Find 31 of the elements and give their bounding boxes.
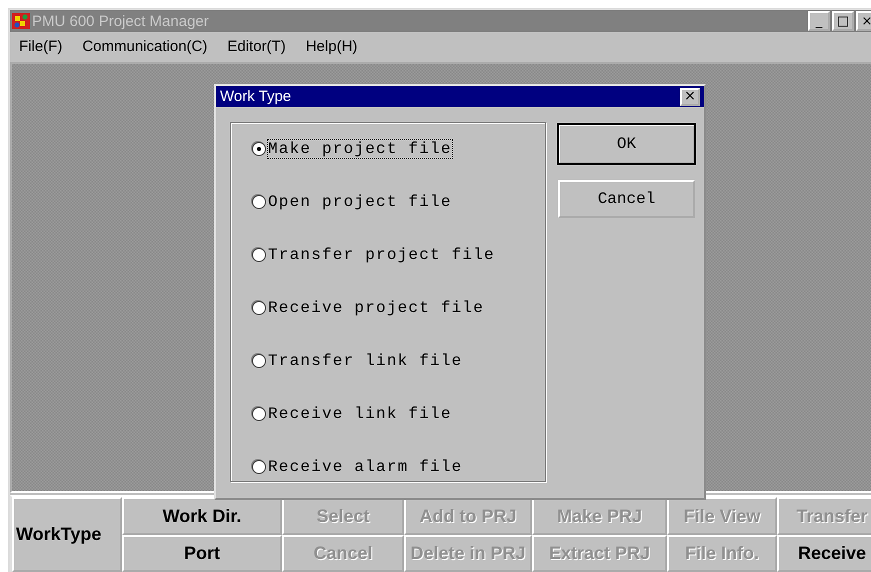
radio-button[interactable] xyxy=(252,301,266,315)
radio-option[interactable]: Receive alarm file xyxy=(251,455,545,479)
app-logo-icon xyxy=(12,13,30,29)
radio-option[interactable]: Make project file xyxy=(251,137,545,161)
ok-button[interactable]: OK xyxy=(558,124,695,164)
radio-option[interactable]: Receive link file xyxy=(251,402,545,426)
radio-button[interactable] xyxy=(252,460,266,474)
minimize-button[interactable]: _ xyxy=(808,11,830,31)
menu-item[interactable]: Editor(T) xyxy=(227,38,286,54)
radio-option[interactable]: Open project file xyxy=(251,190,545,214)
close-button[interactable]: × xyxy=(856,11,871,31)
radio-button[interactable] xyxy=(252,407,266,421)
radio-button[interactable] xyxy=(252,142,266,156)
radio-button[interactable] xyxy=(252,195,266,209)
window-title: PMU 600 Project Manager xyxy=(32,12,209,30)
worktype-label: WorkType xyxy=(12,497,122,572)
maximize-button[interactable]: □ xyxy=(832,11,854,31)
close-button[interactable]: × xyxy=(680,88,700,106)
dialog-title: Work Type xyxy=(220,88,292,105)
toolbar-button[interactable]: Receive xyxy=(777,535,871,572)
radio-option[interactable]: Transfer project file xyxy=(251,243,545,267)
toolbar-button[interactable]: Work Dir. xyxy=(122,497,282,535)
cancel-button[interactable]: Cancel xyxy=(558,180,695,218)
radio-option[interactable]: Transfer link file xyxy=(251,349,545,373)
radio-button[interactable] xyxy=(252,248,266,262)
menu-item[interactable]: File(F) xyxy=(19,38,62,54)
menu-item[interactable]: Communication(C) xyxy=(82,38,208,54)
radio-option[interactable]: Receive project file xyxy=(251,296,545,320)
toolbar-button[interactable]: Port xyxy=(122,535,282,572)
radio-button[interactable] xyxy=(252,354,266,368)
menu-item[interactable]: Help(H) xyxy=(306,38,358,54)
